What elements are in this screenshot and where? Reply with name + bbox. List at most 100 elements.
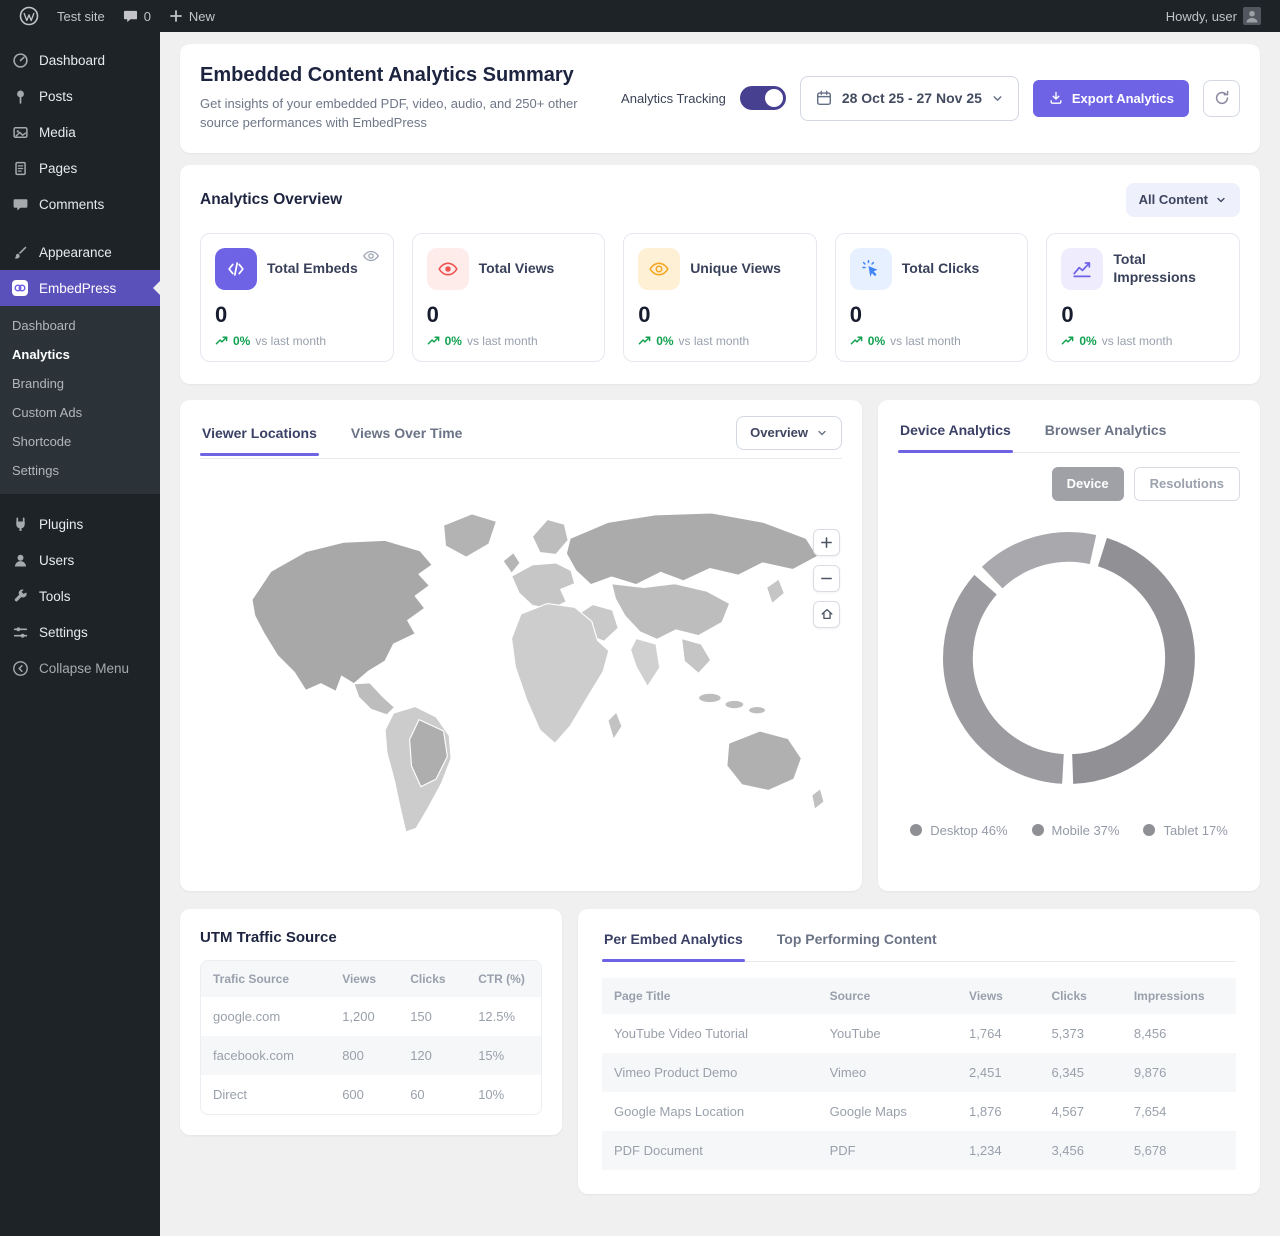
comments-bubble[interactable]: 0 xyxy=(114,0,160,32)
tab-top-performing-content[interactable]: Top Performing Content xyxy=(775,925,939,961)
resolutions-button[interactable]: Resolutions xyxy=(1134,467,1240,501)
howdy-label: Howdy, user xyxy=(1166,9,1237,24)
sidebar-item-tools[interactable]: Tools xyxy=(0,578,160,614)
column-header: Views xyxy=(330,961,398,997)
legend-label: Desktop 46% xyxy=(930,823,1007,838)
sidebar-item-label: Users xyxy=(39,553,74,568)
sidebar-item-embedpress[interactable]: EmbedPress xyxy=(0,270,160,306)
tab-per-embed-analytics[interactable]: Per Embed Analytics xyxy=(602,925,745,961)
howdy-user-menu[interactable]: Howdy, user xyxy=(1157,0,1270,32)
tab-device-analytics[interactable]: Device Analytics xyxy=(898,416,1013,452)
tab-browser-analytics[interactable]: Browser Analytics xyxy=(1043,416,1169,452)
sidebar-item-users[interactable]: Users xyxy=(0,542,160,578)
page-subtitle: Get insights of your embedded PDF, video… xyxy=(200,95,600,133)
legend-dot xyxy=(1143,824,1155,836)
new-button[interactable]: New xyxy=(160,0,224,32)
site-name-link[interactable]: Test site xyxy=(48,0,114,32)
refresh-button[interactable] xyxy=(1203,80,1240,117)
submenu-item-analytics[interactable]: Analytics xyxy=(0,340,160,369)
submenu-item-custom-ads[interactable]: Custom Ads xyxy=(0,398,160,427)
world-map[interactable] xyxy=(200,479,842,881)
tab-views-over-time[interactable]: Views Over Time xyxy=(349,419,465,455)
cell: 1,234 xyxy=(957,1131,1039,1170)
wordpress-logo-icon[interactable] xyxy=(10,0,48,32)
submenu-item-branding[interactable]: Branding xyxy=(0,369,160,398)
stat-delta: 0% xyxy=(868,334,885,348)
cell: 12.5% xyxy=(466,997,541,1036)
cell: 800 xyxy=(330,1036,398,1075)
analytics-overview-title: Analytics Overview xyxy=(200,191,342,209)
appearance-icon xyxy=(10,242,30,262)
map-overview-dropdown[interactable]: Overview xyxy=(736,416,842,450)
eye-icon[interactable] xyxy=(362,247,380,270)
pin-icon xyxy=(10,86,30,106)
device-chart-legend: Desktop 46% Mobile 37% Tablet 17% xyxy=(898,823,1240,838)
stat-delta: 0% xyxy=(656,334,673,348)
cell: facebook.com xyxy=(201,1036,330,1075)
plus-icon xyxy=(820,536,833,549)
sidebar-item-comments[interactable]: Comments xyxy=(0,186,160,222)
stat-delta: 0% xyxy=(233,334,250,348)
legend-item-mobile: Mobile 37% xyxy=(1032,823,1120,838)
zoom-out-button[interactable] xyxy=(813,565,840,592)
sidebar-item-media[interactable]: Media xyxy=(0,114,160,150)
zoom-in-button[interactable] xyxy=(813,529,840,556)
table-row: facebook.com 800 120 15% xyxy=(201,1036,541,1075)
sidebar-item-appearance[interactable]: Appearance xyxy=(0,234,160,270)
cell: 120 xyxy=(398,1036,466,1075)
sidebar-item-label: Appearance xyxy=(39,245,112,260)
calendar-icon xyxy=(815,89,833,107)
refresh-icon xyxy=(1213,89,1231,107)
device-donut-chart xyxy=(940,529,1198,787)
sidebar-item-settings[interactable]: Settings xyxy=(0,614,160,650)
admin-bar: Test site 0 New Howdy, user xyxy=(0,0,1280,32)
tab-viewer-locations[interactable]: Viewer Locations xyxy=(200,419,319,455)
sidebar-item-label: Dashboard xyxy=(39,53,105,68)
stat-card-total-views: Total Views 0 0% vs last month xyxy=(412,233,606,362)
stat-card-total-impressions: Total Impressions 0 0% vs last month xyxy=(1046,233,1240,362)
plugin-icon xyxy=(10,514,30,534)
column-header: Views xyxy=(957,978,1039,1014)
date-range-value: 28 Oct 25 - 27 Nov 25 xyxy=(842,90,982,106)
sidebar-item-collapse-menu[interactable]: Collapse Menu xyxy=(0,650,160,686)
sidebar-item-dashboard[interactable]: Dashboard xyxy=(0,42,160,78)
reset-view-button[interactable] xyxy=(813,601,840,628)
sidebar-separator xyxy=(0,494,160,506)
sidebar-item-label: EmbedPress xyxy=(39,281,116,296)
sidebar-item-posts[interactable]: Posts xyxy=(0,78,160,114)
cell: 1,200 xyxy=(330,997,398,1036)
content-filter-dropdown[interactable]: All Content xyxy=(1126,183,1240,217)
stat-compare: vs last month xyxy=(1102,334,1173,348)
column-header: Page Title xyxy=(602,978,818,1014)
date-range-picker[interactable]: 28 Oct 25 - 27 Nov 25 xyxy=(800,76,1019,121)
export-analytics-button[interactable]: Export Analytics xyxy=(1033,80,1189,117)
submenu-item-settings[interactable]: Settings xyxy=(0,456,160,485)
stat-card-total-embeds: Total Embeds 0 0% vs last month xyxy=(200,233,394,362)
chevron-down-icon xyxy=(1215,194,1227,206)
stat-compare: vs last month xyxy=(467,334,538,348)
device-button[interactable]: Device xyxy=(1052,467,1124,501)
content-filter-value: All Content xyxy=(1139,192,1208,207)
sidebar-item-label: Pages xyxy=(39,161,77,176)
table-row: Direct 600 60 10% xyxy=(201,1075,541,1114)
stat-label: Total Embeds xyxy=(267,260,358,278)
comment-count: 0 xyxy=(144,9,151,24)
sidebar-item-plugins[interactable]: Plugins xyxy=(0,506,160,542)
sidebar-item-pages[interactable]: Pages xyxy=(0,150,160,186)
home-icon xyxy=(820,607,834,621)
cell: 10% xyxy=(466,1075,541,1114)
submenu-item-shortcode[interactable]: Shortcode xyxy=(0,427,160,456)
table-row: PDF Document PDF 1,234 3,456 5,678 xyxy=(602,1131,1236,1170)
stat-value: 0 xyxy=(1061,302,1225,328)
legend-dot xyxy=(1032,824,1044,836)
stat-label: Total Impressions xyxy=(1113,251,1207,286)
submenu-item-dashboard[interactable]: Dashboard xyxy=(0,311,160,340)
analytics-tracking-toggle[interactable] xyxy=(740,86,786,110)
chevron-down-icon xyxy=(991,92,1004,105)
trend-up-icon xyxy=(215,334,228,347)
cell: Google Maps xyxy=(818,1092,957,1131)
trend-up-icon xyxy=(1061,334,1074,347)
cell: 6,345 xyxy=(1039,1053,1121,1092)
settings-sliders-icon xyxy=(10,622,30,642)
analytics-summary-header-card: Embedded Content Analytics Summary Get i… xyxy=(180,44,1260,153)
